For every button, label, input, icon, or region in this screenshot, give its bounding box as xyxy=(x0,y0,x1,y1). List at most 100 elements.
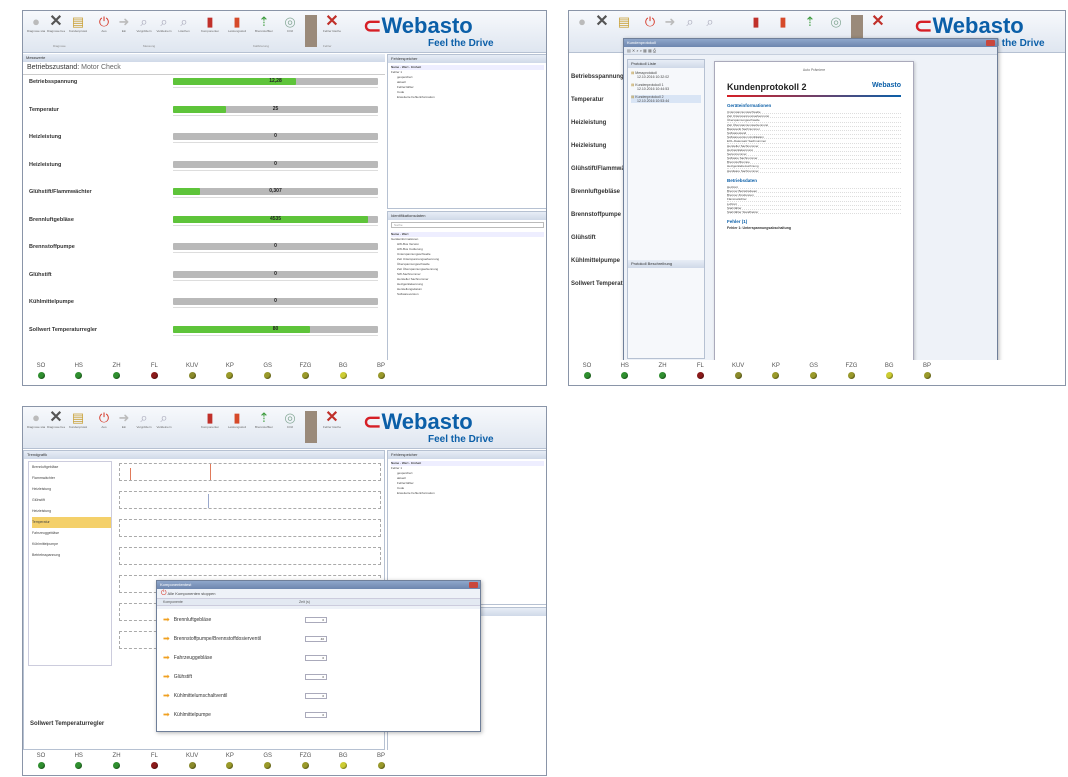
doc-row: Hardware Sachnummer xyxy=(727,169,901,173)
co2-button[interactable]: ◎ CO2 xyxy=(281,410,299,429)
zoom-reset-icon: ⌕ xyxy=(180,14,188,29)
co2-button[interactable]: ◎ xyxy=(827,14,845,29)
protocol-button[interactable]: ▤Kundenprotokoll xyxy=(69,14,87,33)
component-row[interactable]: ➡ Fahrzeuggebläse xyxy=(163,653,212,662)
power-off-button[interactable]: ⏻ xyxy=(641,14,659,29)
protocol-window: Kundenprotokoll ▤ ✕ ⌕ ⌕ ▦ ▦ ⎙ Protokoll … xyxy=(623,38,998,366)
component-time-stepper[interactable]: 0 xyxy=(305,674,327,680)
component-row[interactable]: ➡ Kühlmittelumschaltventil xyxy=(163,691,227,700)
component-time-stepper[interactable]: 0 xyxy=(305,655,327,661)
power-level-button[interactable]: ▮ Leistungsstufe xyxy=(228,14,246,33)
search-input[interactable]: Suche xyxy=(391,222,544,228)
status-leds: SO HS ZH FL KUV KP GS FZG BG BP xyxy=(23,750,546,775)
sensor-gauge: 0 xyxy=(173,243,378,250)
co2-button[interactable]: ◎ CO2 xyxy=(281,14,299,33)
table-row[interactable]: Erweiterte Fehlerinformation xyxy=(391,491,544,496)
zoom-out-button[interactable]: ⌕ xyxy=(701,14,719,29)
diagnose-end-button[interactable]: ✕Diagnose beenden xyxy=(47,14,65,34)
tree-item[interactable]: Glühstift xyxy=(32,495,111,506)
list-item[interactable]: ▤ Messprotokoll 12.10.2016 10:32:02 xyxy=(631,71,701,79)
led-indicator xyxy=(226,372,234,379)
component-row[interactable]: ➡ Brennstoffpumpe/Brennstoffdosierventil xyxy=(163,634,261,643)
component-time-stepper[interactable]: 0 xyxy=(305,617,327,623)
divider xyxy=(23,74,385,75)
fuel-icon: ⇡ xyxy=(258,14,270,29)
component-row[interactable]: ➡ Kühlmittelpumpe xyxy=(163,710,211,719)
led-indicator xyxy=(37,372,45,379)
status-led-zh: ZH xyxy=(107,362,127,379)
close-button[interactable] xyxy=(986,40,995,46)
diagnose-end-button[interactable]: ✕Diagnose beenden xyxy=(47,410,65,430)
clear-fault-icon: ✕ xyxy=(325,13,339,30)
led-indicator xyxy=(75,762,83,769)
tree-item[interactable]: Kühlmittelpumpe xyxy=(32,539,111,550)
arrow-right-icon: ➡ xyxy=(163,710,170,719)
led-label: KUV xyxy=(731,363,745,369)
zoom-in-button[interactable]: ⌕ Vergrößern xyxy=(135,14,153,33)
power-on-button[interactable]: ➜ Ein xyxy=(115,14,133,33)
close-icon: ✕ xyxy=(595,13,609,30)
power-off-button[interactable]: ⏻ Aus xyxy=(95,14,113,33)
table-row[interactable]: Erweiterte Fehlerinformation xyxy=(391,95,544,100)
clear-fault-button[interactable]: ✕ xyxy=(869,14,887,30)
led-indicator xyxy=(150,372,158,379)
list-item-selected[interactable]: ▤ Kundenprotokoll 2 12.10.2016 10:53:44 xyxy=(631,95,701,103)
component-test-button[interactable]: ▮Komponententest xyxy=(201,14,219,33)
doc-section-faults: Fehler (1) xyxy=(727,219,748,225)
clear-button[interactable]: ⌕ Löschen xyxy=(175,14,193,33)
component-time-stepper[interactable]: 0 xyxy=(305,712,327,718)
tree-item[interactable]: Heizleistung xyxy=(32,506,111,517)
tree-item[interactable]: Betriebsspannung xyxy=(32,550,111,561)
power-on-button[interactable]: ➜ Ein xyxy=(115,410,133,429)
led-indicator xyxy=(113,762,121,769)
power-on-button[interactable]: ➜ xyxy=(661,14,679,29)
clear-fault-button[interactable]: ✕ Fehler löschen xyxy=(323,410,341,430)
protocol-button[interactable]: ▤ xyxy=(615,14,633,29)
sensor-value: 0 xyxy=(274,298,277,304)
power-off-button[interactable]: ⏻ Aus xyxy=(95,410,113,429)
panel-title: Messwerte xyxy=(23,54,385,62)
close-button[interactable] xyxy=(469,582,478,588)
arrow-right-icon: ➡ xyxy=(163,672,170,681)
zoom-out-button[interactable]: ⌕ Verkleinern xyxy=(155,14,173,33)
power-icon: ⏻ xyxy=(98,14,110,29)
component-time-stepper[interactable]: 40 xyxy=(305,636,327,642)
tree-item[interactable]: Flammwächter xyxy=(32,473,111,484)
list-item[interactable]: ▤ Kundenprotokoll 1 12.10.2016 10:44:53 xyxy=(631,83,701,91)
component-row[interactable]: ➡ Brennluftgebläse xyxy=(163,615,211,624)
component-time-stepper[interactable]: 0 xyxy=(305,693,327,699)
clear-fault-button[interactable]: ✕ Fehler löschen xyxy=(323,13,341,34)
led-indicator xyxy=(188,372,196,379)
tree-item[interactable]: Fahrzeuggebläse xyxy=(32,528,111,539)
tree-item[interactable]: Heizleistung xyxy=(32,484,111,495)
zoom-in-button[interactable]: ⌕ xyxy=(681,14,699,29)
fuel-button[interactable]: ⇡Brennstoffkennzeichen xyxy=(255,14,273,33)
sensor-label: Kühlmittelpumpe xyxy=(29,299,74,305)
stop-all-button[interactable]: ⏻ Alle Komponenten stoppen xyxy=(157,589,480,599)
component-test-button[interactable]: ▮ xyxy=(747,14,765,29)
diagnose-start-button[interactable]: ●Diagnose starten xyxy=(27,14,45,33)
zoom-out-button[interactable]: ⌕ Verkleinern xyxy=(155,410,173,429)
tree-item[interactable]: Brennluftgebläse xyxy=(32,462,111,473)
diagnose-start-button[interactable]: ● xyxy=(573,14,591,29)
diagnose-end-button[interactable]: ✕ xyxy=(593,13,611,30)
component-test-button[interactable]: ▮Komponententest xyxy=(201,410,219,429)
diagnose-start-button[interactable]: ●Diagnose starten xyxy=(27,410,45,429)
protocol-button[interactable]: ▤Kundenprotokoll xyxy=(69,410,87,429)
info-panel-title: Identifikationsdaten xyxy=(388,212,546,220)
trace-3 xyxy=(119,519,381,537)
fuel-button[interactable]: ⇡Brennstoffkennzeichen xyxy=(255,410,273,429)
status-led-kp: KP xyxy=(220,752,240,769)
diagnose-start-icon: ● xyxy=(32,14,40,29)
component-row[interactable]: ➡ Glühstift xyxy=(163,672,192,681)
power-level-button[interactable]: ▮ Leistungsstufe xyxy=(228,410,246,429)
sensor-gauge: 12,28 xyxy=(173,78,378,85)
fuel-button[interactable]: ⇡ xyxy=(801,14,819,29)
power-level-button[interactable]: ▮ xyxy=(774,14,792,29)
table-row[interactable]: Softwareversion xyxy=(391,292,544,297)
zoom-in-button[interactable]: ⌕ Vergrößern xyxy=(135,410,153,429)
led-label: HS xyxy=(74,363,83,369)
tree-item[interactable]: Temperatur xyxy=(32,517,111,528)
led-label: BP xyxy=(922,363,931,369)
doc-fault-line: Fehler 1: Unterspannungsabschaltung xyxy=(727,226,791,231)
